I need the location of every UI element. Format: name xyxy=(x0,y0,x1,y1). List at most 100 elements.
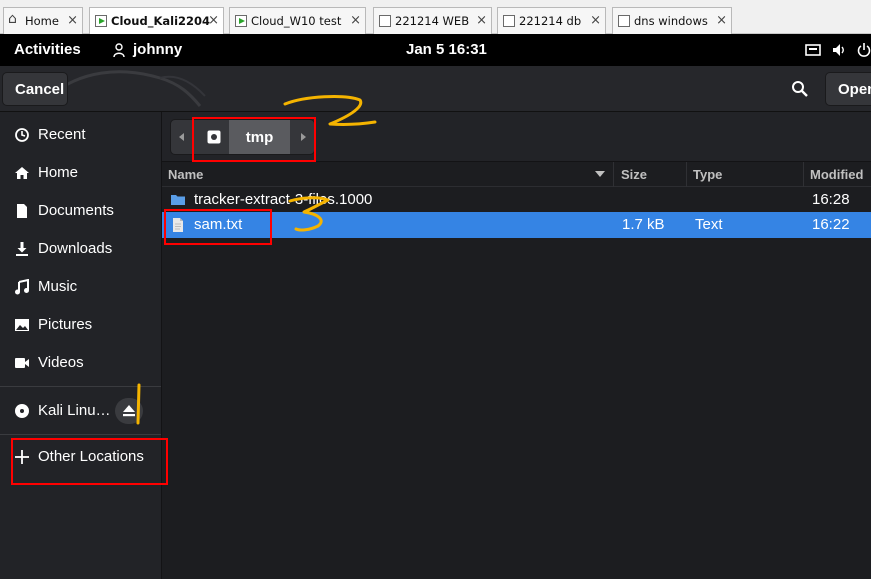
places-sidebar: Recent Home Documents Downloads Music Pi… xyxy=(0,112,162,579)
file-modified: 16:22 xyxy=(812,216,850,233)
clock[interactable]: Jan 5 16:31 xyxy=(406,41,487,58)
home-icon xyxy=(8,11,21,27)
column-header-label: Type xyxy=(693,167,723,182)
disc-icon xyxy=(15,404,29,418)
sidebar-item-videos[interactable]: Videos xyxy=(0,344,161,382)
sidebar-item-other-locations[interactable]: Other Locations xyxy=(0,438,161,476)
sidebar-item-documents[interactable]: Documents xyxy=(0,192,161,230)
vm-tab-label: Home xyxy=(25,14,59,28)
column-header-name[interactable]: Name xyxy=(168,162,608,187)
column-header-modified[interactable]: Modified xyxy=(810,162,871,187)
drive-icon xyxy=(207,130,221,144)
sidebar-item-label: Music xyxy=(38,278,78,295)
sidebar-item-label: Kali Linu… xyxy=(38,402,111,419)
vm-running-icon xyxy=(235,15,247,27)
sidebar-item-label: Documents xyxy=(38,202,114,219)
close-icon[interactable]: × xyxy=(67,13,78,28)
sidebar-item-downloads[interactable]: Downloads xyxy=(0,230,161,268)
close-icon[interactable]: × xyxy=(590,13,601,28)
vm-tab-221214-db[interactable]: 221214 db × xyxy=(497,7,606,34)
column-header-type[interactable]: Type xyxy=(693,162,793,187)
vm-tab-label: dns windows xyxy=(634,14,708,28)
system-tray[interactable] xyxy=(805,42,871,58)
open-button[interactable]: Open xyxy=(825,72,871,106)
eject-button[interactable] xyxy=(115,398,143,424)
vm-tab-label: Cloud_Kali2204 xyxy=(111,14,211,28)
plus-icon xyxy=(15,450,29,464)
eject-icon xyxy=(123,405,135,417)
screen: Home × Cloud_Kali2204 × Cloud_W10 test ×… xyxy=(0,0,871,579)
activities-button[interactable]: Activities xyxy=(14,41,81,58)
sidebar-item-label: Pictures xyxy=(38,316,93,333)
file-browser-content: tmp Name Size Type Modified tracker-extr… xyxy=(162,112,871,579)
vm-tab-label: Cloud_W10 test xyxy=(251,14,342,28)
file-modified: 16:28 xyxy=(812,191,850,208)
path-segment-tmp[interactable]: tmp xyxy=(229,120,290,154)
column-separator xyxy=(803,162,804,187)
file-name: tracker-extract-3-files.1000 xyxy=(194,191,373,208)
vm-tab-home[interactable]: Home × xyxy=(3,7,83,34)
sidebar-separator xyxy=(0,434,161,435)
file-name: sam.txt xyxy=(194,216,243,233)
volume-icon xyxy=(833,44,844,56)
column-separator xyxy=(613,162,614,187)
sidebar-item-home[interactable]: Home xyxy=(0,154,161,192)
sidebar-item-recent[interactable]: Recent xyxy=(0,116,161,154)
path-scroll-left-button[interactable] xyxy=(171,120,193,154)
path-root-button[interactable] xyxy=(198,122,230,152)
sidebar-item-pictures[interactable]: Pictures xyxy=(0,306,161,344)
document-icon xyxy=(17,204,27,218)
vm-tab-cloud-kali2204[interactable]: Cloud_Kali2204 × xyxy=(89,7,224,34)
vm-tab-cloud-w10[interactable]: Cloud_W10 test × xyxy=(229,7,366,34)
vm-tab-strip: Home × Cloud_Kali2204 × Cloud_W10 test ×… xyxy=(0,0,871,34)
picture-icon xyxy=(15,319,29,331)
sidebar-item-label: Home xyxy=(38,164,79,181)
power-icon xyxy=(857,43,871,57)
search-icon[interactable] xyxy=(790,79,810,99)
vm-tab-dns-windows[interactable]: dns windows × xyxy=(612,7,732,34)
file-type: Text xyxy=(695,216,723,233)
sidebar-item-label: Videos xyxy=(38,354,84,371)
column-header-label: Name xyxy=(168,167,204,182)
vm-icon xyxy=(379,15,391,27)
sidebar-item-music[interactable]: Music xyxy=(0,268,161,306)
vm-tab-label: 221214 WEB xyxy=(395,14,470,28)
clock-icon xyxy=(15,128,29,142)
download-icon xyxy=(16,242,28,256)
cancel-button[interactable]: Cancel xyxy=(2,72,68,106)
column-header-size[interactable]: Size xyxy=(621,162,681,187)
column-header-label: Modified xyxy=(810,167,864,182)
path-scroll-right-button[interactable] xyxy=(292,120,314,154)
folder-icon xyxy=(171,195,185,205)
sidebar-item-label: Downloads xyxy=(38,240,113,257)
vm-icon xyxy=(618,15,630,27)
sidebar-item-label: Recent xyxy=(38,126,86,143)
vm-tab-221214-web[interactable]: 221214 WEB × xyxy=(373,7,492,34)
video-icon xyxy=(15,358,29,368)
user-indicator[interactable]: johnny xyxy=(112,41,182,58)
sidebar-item-kali-linux-disc[interactable]: Kali Linu… xyxy=(0,392,161,430)
close-icon[interactable]: × xyxy=(716,13,727,28)
sort-descending-icon xyxy=(595,171,605,177)
sidebar-separator xyxy=(0,386,161,387)
column-header-label: Size xyxy=(621,167,648,182)
vm-icon xyxy=(503,15,515,27)
path-bar-buttons: tmp xyxy=(170,119,315,155)
path-bar: tmp xyxy=(162,112,871,162)
vm-tab-label: 221214 db xyxy=(519,14,582,28)
close-icon[interactable]: × xyxy=(208,13,219,28)
dialog-header-bar: Cancel Open xyxy=(0,66,871,112)
username: johnny xyxy=(133,41,183,58)
file-size: 1.7 kB xyxy=(622,216,665,233)
text-file-icon xyxy=(173,218,183,232)
file-row[interactable]: tracker-extract-3-files.1000 16:28 xyxy=(162,187,871,213)
sidebar-item-label: Other Locations xyxy=(38,448,144,465)
vm-running-icon xyxy=(95,15,107,27)
gnome-top-bar: Activities johnny Jan 5 16:31 xyxy=(0,34,871,66)
close-icon[interactable]: × xyxy=(476,13,487,28)
close-icon[interactable]: × xyxy=(350,13,361,28)
column-separator xyxy=(686,162,687,187)
file-row-selected[interactable]: sam.txt 1.7 kB Text 16:22 xyxy=(162,212,871,238)
home-icon xyxy=(15,167,29,179)
user-icon xyxy=(113,42,125,57)
